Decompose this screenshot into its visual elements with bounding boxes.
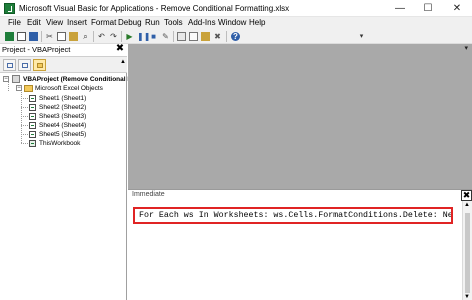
tree-item-sheet2[interactable]: Sheet2 (Sheet2) xyxy=(0,103,127,112)
tree-folder-label: Microsoft Excel Objects xyxy=(35,85,103,92)
tree-item-sheet1[interactable]: Sheet1 (Sheet1) xyxy=(0,94,127,103)
chevron-down-icon[interactable]: ▾ xyxy=(464,44,468,52)
copy-icon[interactable] xyxy=(57,32,66,41)
scroll-thumb[interactable] xyxy=(465,213,470,293)
menu-view[interactable]: View xyxy=(46,18,63,27)
object-browser-icon[interactable] xyxy=(201,32,210,41)
folder-icon xyxy=(24,85,33,92)
collapse-icon[interactable]: − xyxy=(16,85,22,91)
minimize-button[interactable]: — xyxy=(386,0,414,17)
maximize-button[interactable]: ☐ xyxy=(414,0,442,17)
scroll-down-icon[interactable]: ▼ xyxy=(464,294,470,300)
tree-item-label: Sheet3 (Sheet3) xyxy=(39,113,87,120)
break-icon[interactable]: ❚❚ xyxy=(137,32,150,41)
tree-root-label: VBAProject (Remove Conditional Fo xyxy=(23,76,136,83)
tree-item-thisworkbook[interactable]: ThisWorkbook xyxy=(0,139,127,148)
workbook-icon xyxy=(29,140,36,147)
immediate-window: Immediate ✖ For Each ws In Worksheets: w… xyxy=(128,189,472,300)
menu-debug[interactable]: Debug xyxy=(118,18,142,27)
toolbar-separator xyxy=(173,31,174,42)
menu-edit[interactable]: Edit xyxy=(27,18,41,27)
project-explorer-icon[interactable] xyxy=(177,32,186,41)
menu-help[interactable]: Help xyxy=(249,18,265,27)
code-window-area[interactable]: ▾ xyxy=(128,44,472,189)
tree-item-sheet3[interactable]: Sheet3 (Sheet3) xyxy=(0,112,127,121)
excel-icon[interactable] xyxy=(5,32,14,41)
toolbar-dropdown-icon[interactable]: ▾ xyxy=(357,32,366,41)
collapse-icon[interactable]: − xyxy=(3,76,9,82)
tree-item-label: Sheet5 (Sheet5) xyxy=(39,131,87,138)
worksheet-icon xyxy=(29,113,36,120)
tree-item-label: Sheet2 (Sheet2) xyxy=(39,104,87,111)
menu-format[interactable]: Format xyxy=(91,18,116,27)
project-icon xyxy=(12,75,20,83)
tree-item-label: Sheet1 (Sheet1) xyxy=(39,95,87,102)
properties-icon[interactable] xyxy=(189,32,198,41)
worksheet-icon xyxy=(29,95,36,102)
worksheet-icon xyxy=(29,122,36,129)
scroll-up-icon[interactable]: ▲ xyxy=(464,202,470,208)
toolbox-icon[interactable]: ✖ xyxy=(213,32,222,41)
view-object-button[interactable] xyxy=(18,59,31,71)
menu-tools[interactable]: Tools xyxy=(164,18,183,27)
toolbar-separator xyxy=(121,31,122,42)
project-explorer-toolbar: ▲ xyxy=(0,56,127,73)
design-mode-icon[interactable]: ✎ xyxy=(161,32,170,41)
toolbar-separator xyxy=(226,31,227,42)
view-code-button[interactable] xyxy=(3,59,16,71)
worksheet-icon xyxy=(29,131,36,138)
tree-root-project[interactable]: − VBAProject (Remove Conditional Fo xyxy=(0,75,135,84)
close-icon[interactable]: ✖ xyxy=(461,190,472,201)
undo-icon[interactable]: ↶ xyxy=(97,32,106,41)
menu-bar: File Edit View Insert Format Debug Run T… xyxy=(0,17,472,29)
insert-module-icon[interactable] xyxy=(17,32,26,41)
toolbar-separator xyxy=(93,31,94,42)
menu-window[interactable]: Window xyxy=(218,18,246,27)
reset-icon[interactable]: ■ xyxy=(149,32,158,41)
tree-item-label: ThisWorkbook xyxy=(39,140,81,147)
tree-item-label: Sheet4 (Sheet4) xyxy=(39,122,87,129)
immediate-title: Immediate xyxy=(132,191,165,198)
vertical-scrollbar[interactable]: ▲ ▼ xyxy=(462,201,472,300)
worksheet-icon xyxy=(29,104,36,111)
menu-run[interactable]: Run xyxy=(145,18,160,27)
menu-file[interactable]: File xyxy=(8,18,21,27)
toggle-folders-button[interactable] xyxy=(33,59,46,71)
close-button[interactable]: ✕ xyxy=(443,0,471,17)
menu-add-ins[interactable]: Add-Ins xyxy=(188,18,216,27)
find-icon[interactable]: ⌕ xyxy=(81,32,90,41)
paste-icon[interactable] xyxy=(69,32,78,41)
window-title: Microsoft Visual Basic for Applications … xyxy=(19,4,290,13)
excel-app-icon xyxy=(4,3,15,14)
close-icon[interactable]: ✖ xyxy=(115,44,125,54)
project-explorer-header: Project - VBAProject ✖ xyxy=(0,44,127,56)
help-icon[interactable]: ? xyxy=(231,32,240,41)
tree-item-sheet5[interactable]: Sheet5 (Sheet5) xyxy=(0,130,127,139)
toolbar-separator xyxy=(41,31,42,42)
redo-icon[interactable]: ↷ xyxy=(109,32,118,41)
menu-insert[interactable]: Insert xyxy=(67,18,87,27)
title-bar: Microsoft Visual Basic for Applications … xyxy=(0,0,472,17)
tree-item-sheet4[interactable]: Sheet4 (Sheet4) xyxy=(0,121,127,130)
run-icon[interactable]: ▶ xyxy=(125,32,134,41)
project-explorer-title: Project - VBAProject xyxy=(2,45,71,54)
project-explorer: Project - VBAProject ✖ ▲ − VBAProject (R… xyxy=(0,44,135,300)
save-icon[interactable] xyxy=(29,32,38,41)
cut-icon[interactable]: ✂ xyxy=(45,32,54,41)
immediate-title-bar: Immediate ✖ xyxy=(128,190,472,201)
tree-folder-excel-objects[interactable]: − Microsoft Excel Objects xyxy=(0,84,127,93)
scroll-arrow-icon[interactable]: ▲ xyxy=(120,59,126,71)
immediate-code-input[interactable]: For Each ws In Worksheets: ws.Cells.Form… xyxy=(133,207,453,224)
standard-toolbar: ✂ ⌕ ↶ ↷ ▶ ❚❚ ■ ✎ ✖ ? ▾ xyxy=(0,29,472,44)
